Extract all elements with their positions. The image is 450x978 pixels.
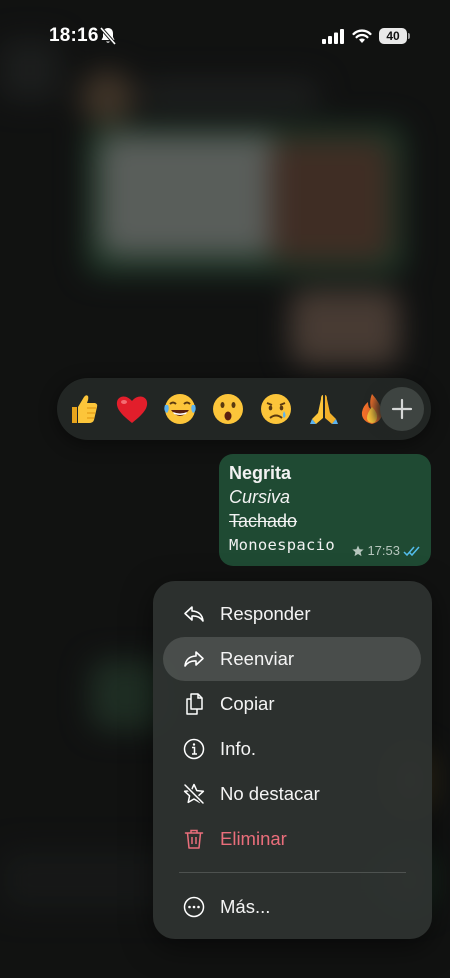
- reaction-heart-icon[interactable]: [112, 389, 152, 429]
- menu-item-reply[interactable]: Responder: [163, 592, 421, 636]
- menu-item-forward[interactable]: Reenviar: [163, 637, 421, 681]
- reaction-crying-icon[interactable]: [256, 389, 296, 429]
- cellular-signal-icon: [322, 29, 344, 44]
- menu-item-delete[interactable]: Eliminar: [163, 817, 421, 861]
- reaction-tears-of-joy-icon[interactable]: [160, 389, 200, 429]
- menu-divider: [179, 872, 406, 873]
- menu-item-more[interactable]: Más...: [163, 885, 421, 929]
- battery-level: 40: [379, 28, 407, 44]
- menu-item-copy[interactable]: Copiar: [163, 682, 421, 726]
- add-reaction-button[interactable]: [380, 387, 424, 431]
- wifi-icon: [352, 29, 372, 43]
- menu-item-label: Copiar: [220, 693, 275, 714]
- copy-icon: [181, 691, 207, 717]
- menu-item-label: Reenviar: [220, 648, 295, 669]
- message-bubble[interactable]: Negrita Cursiva Tachado Monoespacio 17:5…: [219, 454, 431, 566]
- battery-indicator: 40: [379, 28, 410, 44]
- message-time: 17:53: [367, 543, 400, 558]
- reaction-surprised-icon[interactable]: [208, 389, 248, 429]
- message-meta: 17:53: [352, 543, 421, 558]
- message-line-italic: Cursiva: [229, 487, 291, 507]
- info-icon: [181, 736, 207, 762]
- menu-item-unstar[interactable]: No destacar: [163, 772, 421, 816]
- message-line-bold: Negrita: [229, 463, 292, 483]
- message-line-strikethrough: Tachado: [229, 511, 298, 531]
- menu-item-info[interactable]: Info.: [163, 727, 421, 771]
- reaction-thumbs-up-icon[interactable]: [63, 389, 103, 429]
- plus-icon: [391, 398, 413, 420]
- menu-item-label: Más...: [220, 896, 271, 917]
- trash-icon: [181, 826, 207, 852]
- unstar-icon: [181, 781, 207, 807]
- message-context-menu: Responder Reenviar Copiar Info. No desta…: [153, 581, 432, 939]
- reply-icon: [181, 601, 207, 627]
- menu-item-label: Eliminar: [220, 828, 287, 849]
- starred-icon: [352, 545, 365, 556]
- menu-item-label: Info.: [220, 738, 256, 759]
- menu-item-label: No destacar: [220, 783, 320, 804]
- reaction-bar: [57, 378, 431, 440]
- more-icon: [181, 894, 207, 920]
- read-double-check-icon: [403, 546, 420, 556]
- status-bar: 18:16 40: [0, 0, 450, 70]
- menu-item-label: Responder: [220, 603, 311, 624]
- forward-icon: [181, 646, 207, 672]
- reaction-folded-hands-icon[interactable]: [304, 389, 344, 429]
- bell-off-icon: [99, 26, 117, 46]
- status-time: 18:16: [49, 25, 99, 46]
